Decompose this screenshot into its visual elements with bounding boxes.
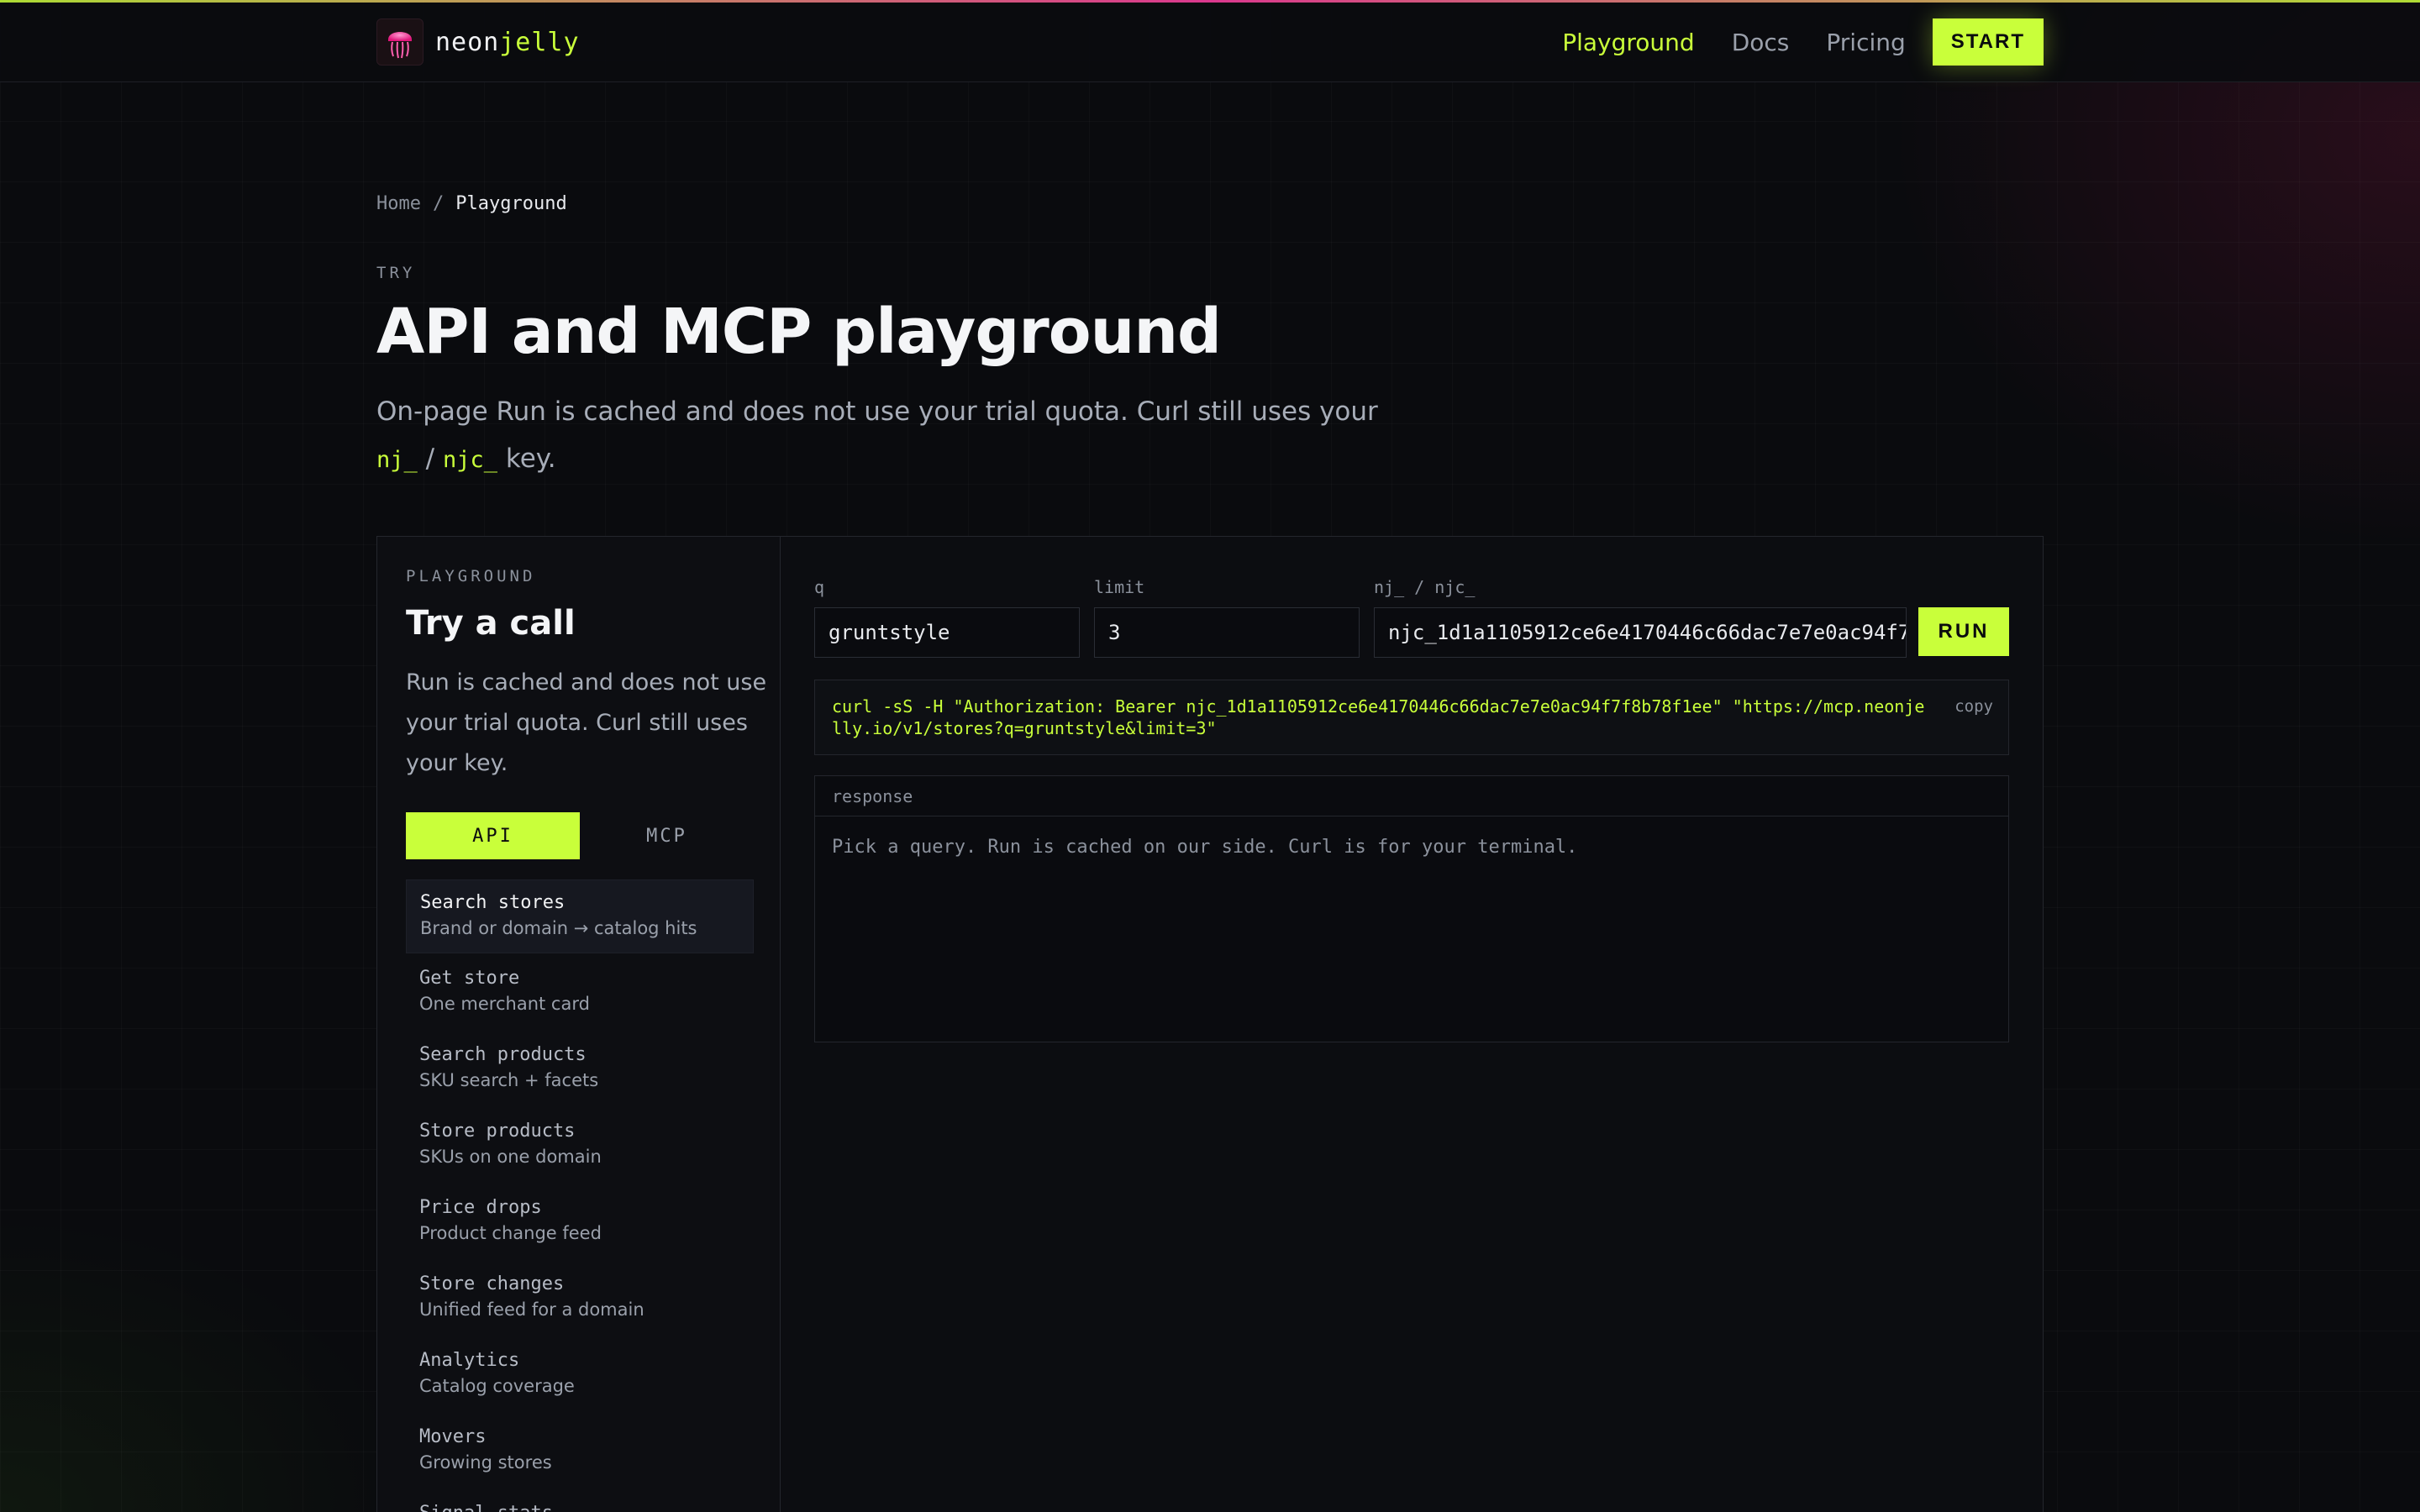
page-title: API and MCP playground (376, 296, 1222, 368)
endpoint-desc: Unified feed for a domain (419, 1299, 644, 1320)
endpoint-movers[interactable]: Movers Growing stores (406, 1415, 754, 1491)
tab-api[interactable]: API (406, 812, 580, 859)
mode-tabs: API MCP (406, 812, 754, 859)
endpoint-desc: Catalog coverage (419, 1376, 575, 1396)
playground-sidebar: PLAYGROUND Try a call Run is cached and … (377, 537, 781, 1512)
limit-input[interactable]: 3 (1094, 607, 1360, 658)
endpoint-name: Store products (419, 1121, 576, 1142)
sidebar-description: Run is cached and does not use your tria… (406, 669, 767, 776)
endpoint-name: Search stores (420, 892, 566, 913)
endpoint-name: Store changes (419, 1273, 565, 1294)
endpoint-name: Movers (419, 1426, 487, 1447)
endpoint-desc: SKU search + facets (419, 1070, 599, 1090)
hero-eyebrow: TRY (376, 264, 416, 282)
curl-command-box: curl -sS -H "Authorization: Bearer njc_1… (814, 680, 2009, 755)
endpoint-name: Signal stats (419, 1503, 740, 1512)
endpoint-desc: SKUs on one domain (419, 1147, 602, 1167)
endpoint-name: Price drops (419, 1197, 542, 1218)
q-input[interactable]: gruntstyle (814, 607, 1080, 658)
curl-command: curl -sS -H "Authorization: Bearer njc_1… (832, 696, 1925, 738)
endpoint-price-drops[interactable]: Price drops Product change feed (406, 1185, 754, 1262)
sidebar-title: Try a call (406, 604, 576, 643)
request-fields: q gruntstyle limit 3 nj_ / njc_ njc_1d1a… (814, 577, 2009, 669)
response-panel: response Pick a query. Run is cached on … (814, 775, 2009, 1042)
endpoint-desc: Brand or domain → catalog hits (420, 918, 697, 938)
q-label: q (814, 577, 825, 597)
playground-panel: PLAYGROUND Try a call Run is cached and … (376, 536, 2044, 1512)
limit-label: limit (1094, 577, 1145, 597)
endpoint-get-store[interactable]: Get store One merchant card (406, 956, 754, 1032)
start-button[interactable]: START (1932, 18, 2044, 66)
endpoint-name: Search products (419, 1044, 587, 1065)
nav-link-pricing[interactable]: Pricing (1826, 29, 1905, 56)
api-key-input[interactable]: njc_1d1a1105912ce6e4170446c66dac7e7e0ac9… (1374, 607, 1907, 658)
breadcrumb-current: Playground (455, 193, 567, 214)
logo[interactable]: neonjelly (376, 18, 580, 66)
endpoint-name: Get store (419, 968, 520, 989)
logo-text: neonjelly (435, 27, 580, 57)
endpoint-name: Analytics (419, 1350, 520, 1371)
run-button[interactable]: RUN (1918, 607, 2009, 656)
breadcrumb-separator: / (432, 193, 445, 214)
top-nav: neonjelly Playground Docs Pricing START (0, 3, 2420, 82)
lede-text: On-page Run is cached and does not use y… (376, 396, 1378, 427)
nav-link-docs[interactable]: Docs (1732, 29, 1790, 56)
jellyfish-icon (376, 18, 424, 66)
endpoint-list: Search stores Brand or domain → catalog … (406, 879, 754, 1512)
key-separator: / (425, 444, 435, 474)
playground-main: q gruntstyle limit 3 nj_ / njc_ njc_1d1a… (781, 537, 2043, 1512)
breadcrumb-home[interactable]: Home (376, 193, 421, 214)
endpoint-search-products[interactable]: Search products SKU search + facets (406, 1032, 754, 1109)
api-key-label: nj_ / njc_ (1374, 577, 1476, 597)
key-prefix-njc: njc_ (442, 447, 497, 473)
sidebar-eyebrow: PLAYGROUND (406, 567, 536, 585)
endpoint-desc: One merchant card (419, 994, 590, 1014)
breadcrumb: Home / Playground (376, 193, 567, 214)
hero-description: On-page Run is cached and does not use y… (376, 388, 1385, 484)
endpoint-desc: Product change feed (419, 1223, 602, 1243)
nav-link-playground[interactable]: Playground (1562, 29, 1694, 56)
lede-end: key. (505, 444, 556, 474)
endpoint-signal-stats[interactable]: Signal stats (406, 1491, 754, 1512)
nav-links: Playground Docs Pricing START (1562, 18, 2044, 66)
response-body: Pick a query. Run is cached on our side.… (832, 837, 1578, 858)
endpoint-desc: Growing stores (419, 1452, 552, 1473)
endpoint-store-products[interactable]: Store products SKUs on one domain (406, 1109, 754, 1185)
key-prefix-nj: nj_ (376, 447, 418, 473)
response-header: response (815, 776, 2008, 816)
copy-button[interactable]: copy (1954, 696, 1993, 717)
endpoint-store-changes[interactable]: Store changes Unified feed for a domain (406, 1262, 754, 1338)
endpoint-search-stores[interactable]: Search stores Brand or domain → catalog … (406, 879, 754, 953)
endpoint-analytics[interactable]: Analytics Catalog coverage (406, 1338, 754, 1415)
tab-mcp[interactable]: MCP (580, 812, 754, 859)
